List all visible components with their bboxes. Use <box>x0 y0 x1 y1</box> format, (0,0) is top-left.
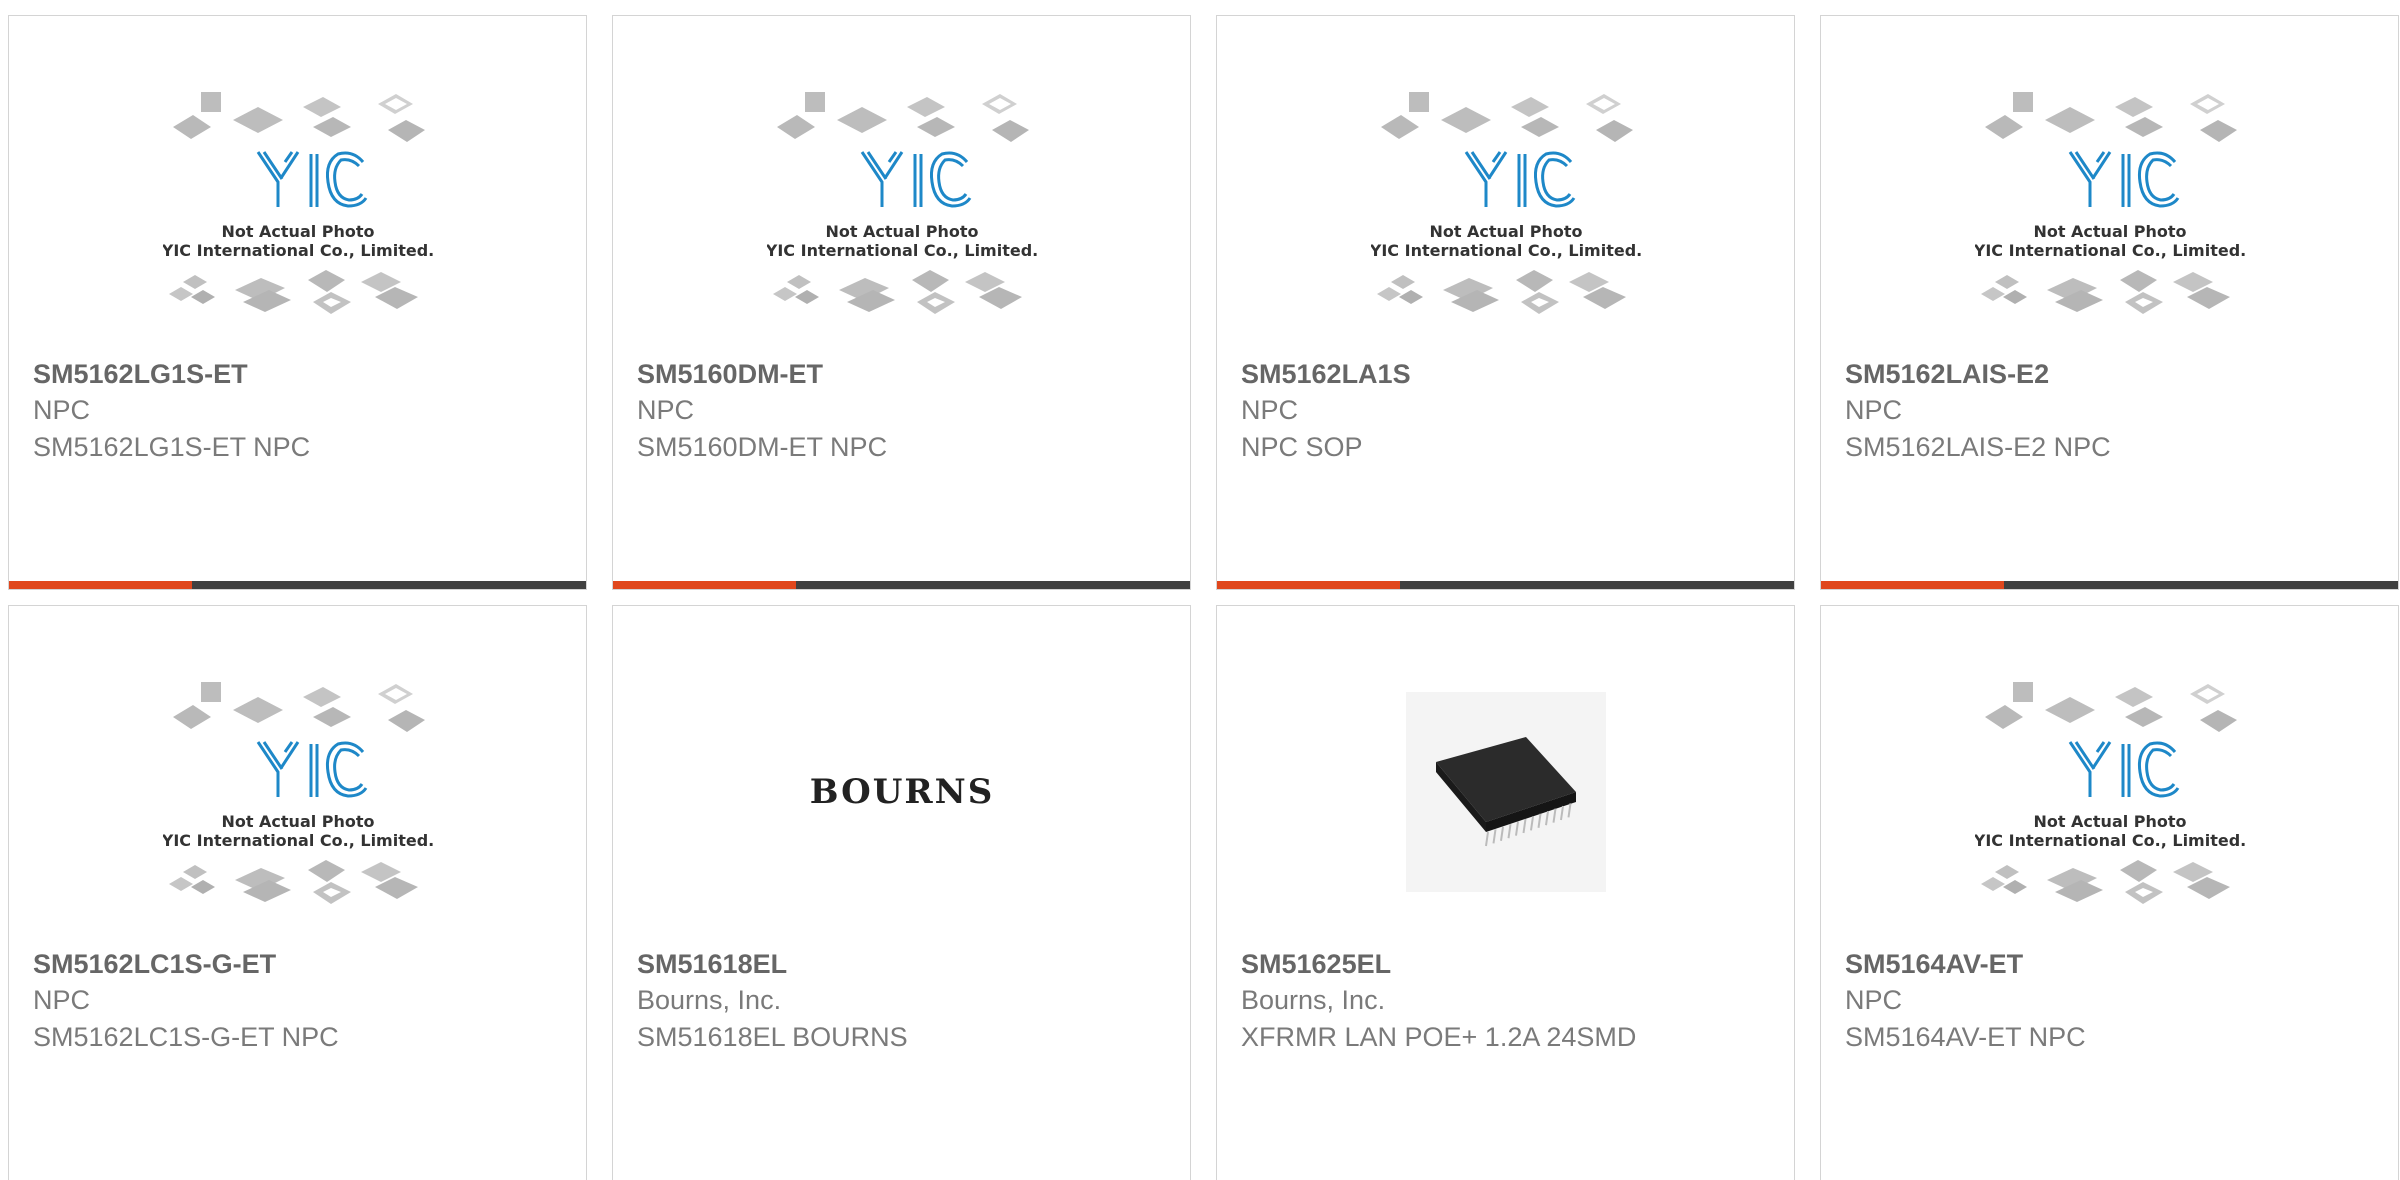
product-info: SM5162LG1S-ET NPC SM5162LG1S-ET NPC <box>33 356 566 466</box>
not-actual-photo-placeholder: Not Actual PhotoYIC International Co., L… <box>1371 90 1641 316</box>
product-name[interactable]: SM5162LA1S <box>1241 356 1774 392</box>
not-actual-photo-placeholder: Not Actual PhotoYIC International Co., L… <box>1975 90 2245 316</box>
product-manufacturer: NPC <box>1845 985 1903 1015</box>
product-description: SM5162LG1S-ET NPC <box>33 432 311 462</box>
product-name[interactable]: SM51618EL <box>637 946 1170 982</box>
product-description: SM5160DM-ET NPC <box>637 432 888 462</box>
product-image[interactable] <box>1241 636 1771 948</box>
product-info: SM5162LAIS-E2 NPC SM5162LAIS-E2 NPC <box>1845 356 2378 466</box>
product-image[interactable]: Not Actual Photo YIC International Co., L… <box>637 46 1167 358</box>
product-name[interactable]: SM5160DM-ET <box>637 356 1170 392</box>
product-image[interactable]: Not Actual Photo YIC International Co., L… <box>1241 46 1771 358</box>
product-description: SM51618EL BOURNS <box>637 1022 908 1052</box>
product-manufacturer: Bourns, Inc. <box>1241 985 1386 1015</box>
product-image[interactable]: Not Actual Photo YIC International Co., L… <box>33 46 563 358</box>
product-manufacturer: NPC <box>33 395 91 425</box>
not-actual-photo-placeholder: Not Actual PhotoYIC International Co., L… <box>1975 680 2245 906</box>
product-card-sm5164av-et[interactable]: Not Actual Photo YIC International Co., L… <box>1820 605 2399 1180</box>
placeholder-line2: YIC International Co., Limited. <box>163 831 433 850</box>
placeholder-line1: Not Actual Photo <box>2033 812 2186 831</box>
placeholder-line1: Not Actual Photo <box>2033 222 2186 241</box>
chip-photo <box>1406 692 1606 892</box>
product-name[interactable]: SM5162LC1S-G-ET <box>33 946 566 982</box>
bourns-logo: BOURNS <box>809 772 995 812</box>
card-footer-accent <box>613 581 796 589</box>
product-info: SM5164AV-ET NPC SM5164AV-ET NPC <box>1845 946 2378 1056</box>
placeholder-line1: Not Actual Photo <box>825 222 978 241</box>
product-card-sm5162lg1s-et[interactable]: Not Actual Photo YIC International Co., L… <box>8 15 587 590</box>
placeholder-line2: YIC International Co., Limited. <box>1975 241 2245 260</box>
product-manufacturer: NPC <box>33 985 91 1015</box>
product-name[interactable]: SM5162LG1S-ET <box>33 356 566 392</box>
product-description: SM5164AV-ET NPC <box>1845 1022 2086 1052</box>
product-image[interactable]: Not Actual Photo YIC International Co., L… <box>1845 46 2375 358</box>
product-card-sm5162lais-e2[interactable]: Not Actual Photo YIC International Co., L… <box>1820 15 2399 590</box>
product-name[interactable]: SM51625EL <box>1241 946 1774 982</box>
placeholder-line2: YIC International Co., Limited. <box>767 241 1037 260</box>
product-manufacturer: NPC <box>637 395 695 425</box>
product-manufacturer: Bourns, Inc. <box>637 985 782 1015</box>
placeholder-line2: YIC International Co., Limited. <box>1975 831 2245 850</box>
product-image[interactable]: BOURNS <box>637 636 1167 948</box>
product-description: SM5162LAIS-E2 NPC <box>1845 432 2111 462</box>
product-info: SM5162LA1S NPC NPC SOP <box>1241 356 1774 466</box>
product-image[interactable]: Not Actual Photo YIC International Co., L… <box>1845 636 2375 948</box>
product-name[interactable]: SM5164AV-ET <box>1845 946 2378 982</box>
placeholder-line1: Not Actual Photo <box>221 812 374 831</box>
product-info: SM5162LC1S-G-ET NPC SM5162LC1S-G-ET NPC <box>33 946 566 1056</box>
product-info: SM51625EL Bourns, Inc. XFRMR LAN POE+ 1.… <box>1241 946 1774 1056</box>
product-image[interactable]: Not Actual Photo YIC International Co., L… <box>33 636 563 948</box>
card-footer-accent <box>1217 581 1400 589</box>
card-footer-accent <box>1821 581 2004 589</box>
product-grid: Not Actual Photo YIC International Co., L… <box>0 0 2400 1180</box>
placeholder-line2: YIC International Co., Limited. <box>1371 241 1641 260</box>
card-footer-accent <box>9 581 192 589</box>
product-description: SM5162LC1S-G-ET NPC <box>33 1022 339 1052</box>
product-description: NPC SOP <box>1241 432 1363 462</box>
card-footer-bar <box>1821 581 2398 589</box>
product-description: XFRMR LAN POE+ 1.2A 24SMD <box>1241 1022 1637 1052</box>
placeholder-line1: Not Actual Photo <box>221 222 374 241</box>
product-card-sm51625el[interactable]: SM51625EL Bourns, Inc. XFRMR LAN POE+ 1.… <box>1216 605 1795 1180</box>
not-actual-photo-placeholder: Not Actual PhotoYIC International Co., L… <box>767 90 1037 316</box>
placeholder-line1: Not Actual Photo <box>1429 222 1582 241</box>
not-actual-photo-placeholder: Not Actual PhotoYIC International Co., L… <box>163 680 433 906</box>
product-name[interactable]: SM5162LAIS-E2 <box>1845 356 2378 392</box>
card-footer-bar <box>1217 581 1794 589</box>
not-actual-photo-placeholder: Not Actual PhotoYIC International Co., L… <box>163 90 433 316</box>
product-info: SM51618EL Bourns, Inc. SM51618EL BOURNS <box>637 946 1170 1056</box>
product-card-sm5160dm-et[interactable]: Not Actual Photo YIC International Co., L… <box>612 15 1191 590</box>
product-card-sm51618el[interactable]: BOURNS SM51618EL Bourns, Inc. SM51618EL … <box>612 605 1191 1180</box>
product-card-sm5162la1s[interactable]: Not Actual Photo YIC International Co., L… <box>1216 15 1795 590</box>
product-manufacturer: NPC <box>1241 395 1299 425</box>
product-card-sm5162lc1s-g-et[interactable]: Not Actual Photo YIC International Co., L… <box>8 605 587 1180</box>
card-footer-bar <box>613 581 1190 589</box>
placeholder-line2: YIC International Co., Limited. <box>163 241 433 260</box>
card-footer-bar <box>9 581 586 589</box>
product-info: SM5160DM-ET NPC SM5160DM-ET NPC <box>637 356 1170 466</box>
product-manufacturer: NPC <box>1845 395 1903 425</box>
